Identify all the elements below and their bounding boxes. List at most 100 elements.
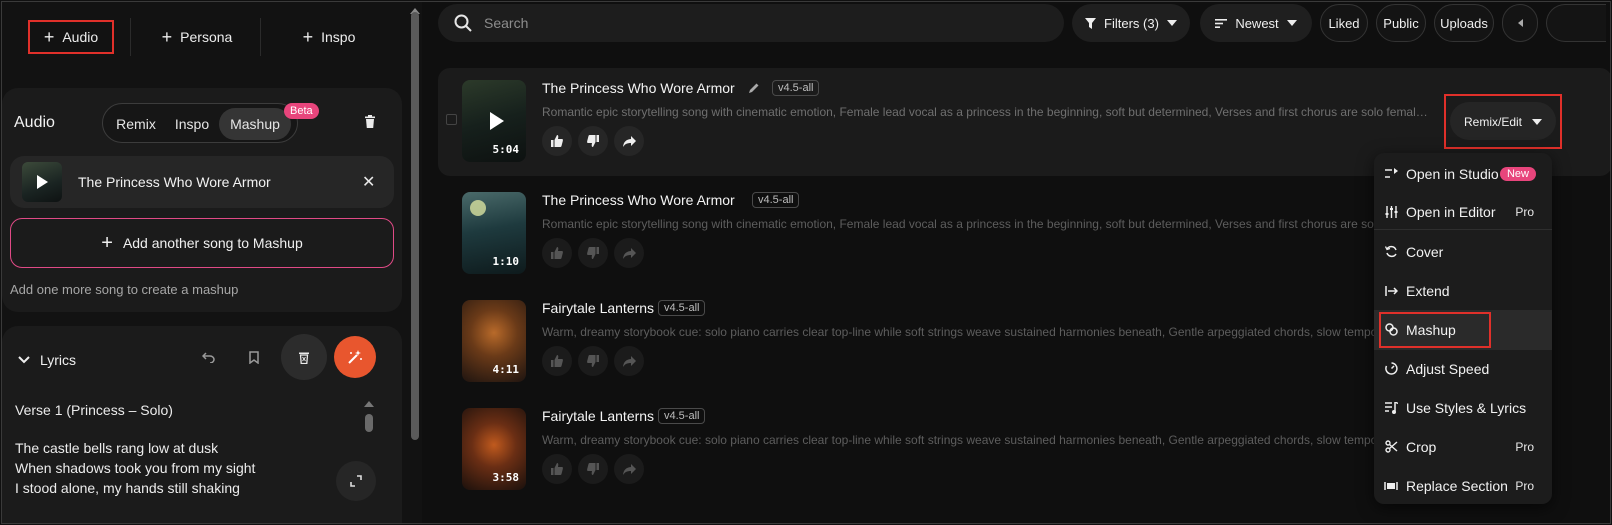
add-persona-button[interactable]: + Persona (142, 20, 252, 54)
add-inspo-label: Inspo (321, 29, 356, 45)
version-badge: v4.5-all (658, 408, 706, 424)
share-button[interactable] (614, 126, 644, 156)
menu-adjust-speed[interactable]: Adjust Speed (1374, 350, 1552, 387)
menu-extend[interactable]: Extend (1374, 272, 1552, 309)
menu-open-in-editor[interactable]: Open in Editor Pro (1374, 193, 1552, 230)
edit-pencil-icon[interactable] (748, 82, 760, 94)
like-button[interactable] (542, 454, 572, 484)
menu-crop[interactable]: Crop Pro (1374, 428, 1552, 465)
beta-badge: Beta (284, 103, 319, 119)
share-arrow-icon (622, 247, 636, 259)
remix-edit-label: Remix/Edit (1463, 114, 1522, 129)
mode-inspo[interactable]: Inspo (165, 108, 219, 140)
mode-mashup[interactable]: Mashup (219, 108, 291, 140)
song-duration: 1:10 (492, 255, 520, 268)
share-button[interactable] (614, 454, 644, 484)
dislike-button[interactable] (578, 238, 608, 268)
song-duration: 3:58 (492, 471, 520, 484)
play-icon (37, 175, 48, 189)
pro-badge: Pro (1515, 204, 1534, 219)
close-icon[interactable]: ✕ (362, 172, 375, 192)
lyrics-line: I stood alone, my hands still shaking (15, 480, 240, 496)
sort-icon (1215, 18, 1228, 28)
studio-icon (1384, 167, 1398, 181)
song-cover[interactable]: 5:04 (462, 80, 526, 162)
filters-button[interactable]: Filters (3) (1072, 4, 1190, 42)
lyrics-line: When shadows took you from my sight (15, 460, 256, 476)
like-button[interactable] (542, 346, 572, 376)
filter-pill-overflow[interactable] (1546, 4, 1606, 42)
menu-open-in-studio[interactable]: Open in Studio New (1374, 155, 1552, 192)
song-thumbnail[interactable] (22, 162, 62, 202)
share-arrow-icon (622, 463, 636, 475)
left-scrollbar[interactable] (411, 12, 419, 440)
menu-replace-section[interactable]: Replace Section Pro (1374, 467, 1552, 504)
lyrics-line: The castle bells rang low at dusk (15, 440, 219, 456)
song-cover[interactable]: 1:10 (462, 192, 526, 274)
thumbs-up-icon (551, 463, 563, 475)
song-description: Romantic epic storytelling song with cin… (542, 105, 1432, 119)
dislike-button[interactable] (578, 454, 608, 484)
song-title[interactable]: Fairytale Lanterns (542, 300, 654, 316)
song-description: Warm, dreamy storybook cue: solo piano c… (542, 433, 1432, 447)
audio-mode-switch: Remix Inspo Mashup (102, 103, 298, 143)
menu-cover[interactable]: Cover (1374, 233, 1552, 270)
verse-label: Verse 1 (Princess – Solo) (15, 402, 173, 418)
search-icon (454, 14, 472, 32)
bookmark-icon[interactable] (249, 351, 259, 367)
mashup-highlight-box (1379, 312, 1491, 348)
create-panel: + Audio + Persona + Inspo Audio Remix In… (2, 2, 422, 523)
search-bar[interactable]: Search (438, 4, 1064, 42)
song-title[interactable]: Fairytale Lanterns (542, 408, 654, 424)
chevron-down-icon (18, 356, 30, 364)
share-button[interactable] (614, 346, 644, 376)
liked-filter[interactable]: Liked (1320, 4, 1368, 42)
plus-icon: + (101, 231, 113, 254)
song-cover[interactable]: 4:11 (462, 300, 526, 382)
trash-icon[interactable] (364, 115, 376, 133)
song-cover[interactable]: 3:58 (462, 408, 526, 490)
uploads-filter[interactable]: Uploads (1434, 4, 1494, 42)
scroll-left-button[interactable] (1502, 4, 1538, 42)
lyrics-scrollbar[interactable] (364, 401, 374, 435)
song-duration: 5:04 (492, 143, 520, 156)
select-checkbox[interactable] (446, 114, 457, 125)
menu-divider (1374, 229, 1552, 230)
remix-edit-button[interactable]: Remix/Edit (1444, 94, 1562, 149)
filters-label: Filters (3) (1104, 15, 1159, 31)
version-badge: v4.5-all (772, 80, 820, 96)
song-duration: 4:11 (492, 363, 520, 376)
song-title[interactable]: The Princess Who Wore Armor (542, 192, 735, 208)
thumbs-down-icon (587, 135, 599, 147)
undo-icon[interactable] (201, 351, 215, 366)
magic-wand-button[interactable] (334, 336, 376, 378)
lyrics-text[interactable]: The castle bells rang low at dusk When s… (15, 438, 255, 498)
divider (260, 18, 261, 56)
like-button[interactable] (542, 126, 572, 156)
share-button[interactable] (614, 238, 644, 268)
styles-lyrics-icon (1384, 401, 1398, 415)
caret-down-icon (1532, 118, 1542, 125)
share-arrow-icon (622, 135, 636, 147)
clear-lyrics-button[interactable] (281, 334, 327, 380)
sort-button[interactable]: Newest (1200, 4, 1312, 42)
song-title[interactable]: The Princess Who Wore Armor (542, 80, 735, 96)
mode-remix[interactable]: Remix (107, 108, 165, 140)
sort-label: Newest (1235, 15, 1279, 31)
add-inspo-button[interactable]: + Inspo (274, 20, 384, 54)
divider (130, 18, 131, 56)
dislike-button[interactable] (578, 346, 608, 376)
add-another-song-button[interactable]: + Add another song to Mashup (10, 218, 394, 268)
caret-left-icon (1517, 19, 1523, 27)
sliders-icon (1384, 205, 1398, 219)
song-description: Warm, dreamy storybook cue: solo piano c… (542, 325, 1432, 339)
public-filter[interactable]: Public (1376, 4, 1426, 42)
lyrics-toggle[interactable]: Lyrics (18, 352, 76, 368)
menu-use-styles-lyrics[interactable]: Use Styles & Lyrics (1374, 389, 1552, 426)
dislike-button[interactable] (578, 126, 608, 156)
caret-down-icon (1166, 20, 1177, 26)
pro-badge: Pro (1515, 439, 1534, 454)
add-audio-button[interactable]: + Audio (28, 20, 114, 54)
like-button[interactable] (542, 238, 572, 268)
expand-lyrics-button[interactable] (336, 461, 376, 501)
